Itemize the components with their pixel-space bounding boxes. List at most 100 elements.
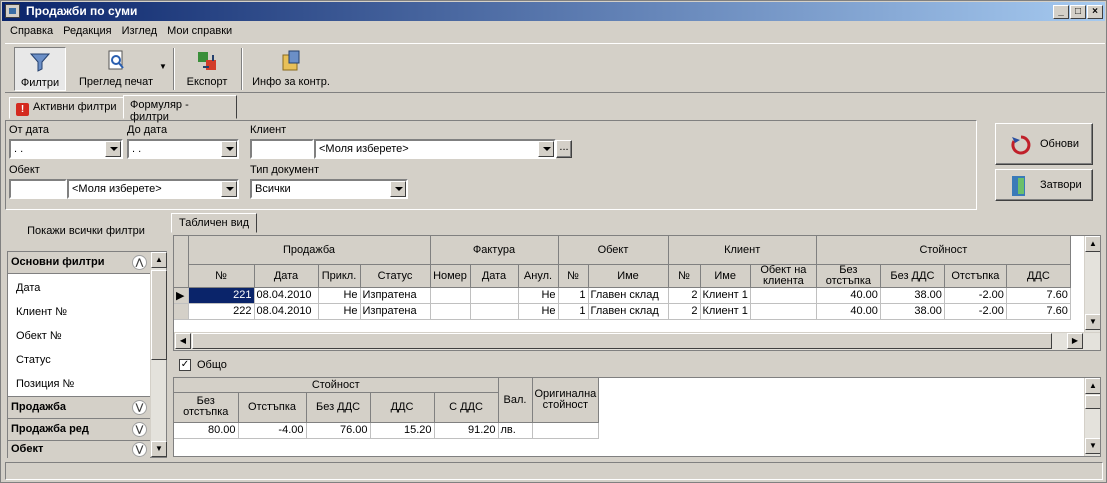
print-preview-dropdown-icon[interactable]: ▼	[159, 62, 167, 71]
filter-item-object-no[interactable]: Обект №	[16, 330, 62, 342]
grid-vertical-scrollbar[interactable]: ▲ ▼	[1084, 236, 1100, 332]
table-row[interactable]: 80.00 -4.00 76.00 15.20 91.20 лв.	[174, 422, 600, 439]
to-date-field[interactable]: . .	[127, 139, 239, 159]
totals-vertical-scrollbar[interactable]: ▲ ▼	[1084, 378, 1100, 456]
col-object-name[interactable]: Име	[588, 264, 669, 288]
tab-form-filters[interactable]: Формуляр - филтри	[123, 95, 237, 123]
scroll-left-icon[interactable]: ◀	[175, 333, 191, 349]
col-no-vat[interactable]: Без ДДС	[880, 264, 945, 288]
cell-sale-no[interactable]: 222	[188, 303, 255, 320]
filter-list-scrollbar[interactable]: ▲ ▼	[150, 252, 167, 457]
chevron-down-icon[interactable]	[221, 181, 237, 197]
cell-status[interactable]: Изпратена	[360, 287, 431, 304]
table-row[interactable]: ▶ 221 08.04.2010 Не Изпратена Не 1 Главе…	[174, 287, 1071, 304]
cell-date[interactable]: 08.04.2010	[254, 287, 319, 304]
col-closed[interactable]: Прикл.	[318, 264, 361, 288]
cell-invoice-no[interactable]	[430, 287, 471, 304]
col-total-discount[interactable]: Отстъпка	[238, 392, 307, 423]
col-vat[interactable]: ДДС	[1006, 264, 1071, 288]
cell-vat[interactable]: 7.60	[1006, 287, 1071, 304]
chevron-down-icon[interactable]	[105, 141, 121, 157]
scroll-thumb[interactable]	[1085, 395, 1100, 409]
filters-button[interactable]: Филтри	[14, 47, 66, 91]
chevron-down-icon[interactable]	[538, 141, 554, 157]
chevron-down-icon[interactable]: ⋁	[132, 442, 147, 457]
cell-total-with-vat[interactable]: 91.20	[434, 422, 499, 439]
close-button[interactable]: Затвори	[995, 169, 1093, 201]
show-all-filters-button[interactable]: Покажи всички филтри	[5, 213, 167, 249]
cell-total-no-vat[interactable]: 76.00	[306, 422, 371, 439]
cell-client-name[interactable]: Клиент 1	[700, 303, 751, 320]
cell-client-no[interactable]: 2	[668, 303, 701, 320]
cell-total-discount[interactable]: -4.00	[238, 422, 307, 439]
client-browse-button[interactable]: ...	[556, 140, 572, 158]
client-select[interactable]: <Моля изберете>	[314, 139, 556, 159]
cell-canceled[interactable]: Не	[518, 303, 559, 320]
col-discount[interactable]: Отстъпка	[944, 264, 1007, 288]
cell-client-object[interactable]	[750, 303, 817, 320]
tab-active-filters[interactable]: ! Активни филтри	[9, 97, 125, 119]
cell-invoice-date[interactable]	[470, 303, 519, 320]
close-window-button[interactable]: ×	[1087, 5, 1103, 19]
cell-currency[interactable]: лв.	[498, 422, 533, 439]
menu-report[interactable]: Справка	[5, 23, 58, 39]
cell-object-no[interactable]: 1	[558, 287, 589, 304]
col-invoice-date[interactable]: Дата	[470, 264, 519, 288]
cell-object-no[interactable]: 1	[558, 303, 589, 320]
col-currency[interactable]: Вал.	[498, 378, 533, 423]
filter-item-position-no[interactable]: Позиция №	[16, 378, 74, 390]
menu-edit[interactable]: Редакция	[58, 23, 116, 39]
scroll-right-icon[interactable]: ▶	[1067, 333, 1083, 349]
cell-discount[interactable]: -2.00	[944, 287, 1007, 304]
group-sale[interactable]: Продажба ⋁	[8, 396, 150, 418]
scroll-down-icon[interactable]: ▼	[1085, 438, 1100, 454]
grid-horizontal-scrollbar[interactable]: ◀ ▶	[174, 332, 1100, 350]
chevron-up-icon[interactable]: ⋀	[132, 255, 147, 270]
client-number-input[interactable]	[250, 139, 314, 159]
group-sale-row[interactable]: Продажба ред ⋁	[8, 418, 150, 440]
export-button[interactable]: Експорт	[181, 47, 233, 91]
col-invoice-no[interactable]: Номер	[430, 264, 471, 288]
maximize-button[interactable]: □	[1070, 5, 1086, 19]
refresh-button[interactable]: Обнови	[995, 123, 1093, 165]
col-total-no-discount[interactable]: Без отстъпка	[174, 392, 239, 423]
cell-no-vat[interactable]: 38.00	[880, 287, 945, 304]
col-client-object[interactable]: Обект на клиента	[750, 264, 817, 288]
doctype-select[interactable]: Всички	[250, 179, 408, 199]
cell-total-no-discount[interactable]: 80.00	[174, 422, 239, 439]
from-date-field[interactable]: . .	[9, 139, 123, 159]
menu-view[interactable]: Изглед	[117, 23, 162, 39]
col-canceled[interactable]: Анул.	[518, 264, 559, 288]
print-preview-button[interactable]: Преглед печат	[75, 47, 157, 91]
chevron-down-icon[interactable]: ⋁	[132, 400, 147, 415]
filter-item-status[interactable]: Статус	[16, 354, 51, 366]
object-select[interactable]: <Моля изберете>	[67, 179, 239, 199]
cell-invoice-date[interactable]	[470, 287, 519, 304]
cell-status[interactable]: Изпратена	[360, 303, 431, 320]
col-no-discount[interactable]: Без отстъпка	[816, 264, 881, 288]
cell-no-discount[interactable]: 40.00	[816, 303, 881, 320]
cell-date[interactable]: 08.04.2010	[254, 303, 319, 320]
col-original-value[interactable]: Оригинална стойност	[532, 378, 600, 423]
col-client-no[interactable]: №	[668, 264, 701, 288]
cell-client-name[interactable]: Клиент 1	[700, 287, 751, 304]
cell-client-no[interactable]: 2	[668, 287, 701, 304]
col-object-no[interactable]: №	[558, 264, 589, 288]
cell-no-vat[interactable]: 38.00	[880, 303, 945, 320]
filter-item-client-no[interactable]: Клиент №	[16, 306, 67, 318]
total-checkbox[interactable]: ✓	[179, 359, 191, 371]
scroll-down-icon[interactable]: ▼	[1085, 314, 1100, 330]
col-total-with-vat[interactable]: С ДДС	[434, 392, 499, 423]
cell-client-object[interactable]	[750, 287, 817, 304]
chevron-down-icon[interactable]	[390, 181, 406, 197]
cell-sale-no[interactable]: 221	[188, 287, 255, 304]
chevron-down-icon[interactable]	[221, 141, 237, 157]
cell-original-value[interactable]	[532, 422, 600, 439]
cell-canceled[interactable]: Не	[518, 287, 559, 304]
object-number-input[interactable]	[9, 179, 67, 199]
group-basic-filters[interactable]: Основни филтри ⋀	[8, 252, 150, 274]
filter-item-date[interactable]: Дата	[16, 282, 40, 294]
cell-total-vat[interactable]: 15.20	[370, 422, 435, 439]
table-row[interactable]: 222 08.04.2010 Не Изпратена Не 1 Главен …	[174, 303, 1071, 320]
minimize-button[interactable]: _	[1053, 5, 1069, 19]
